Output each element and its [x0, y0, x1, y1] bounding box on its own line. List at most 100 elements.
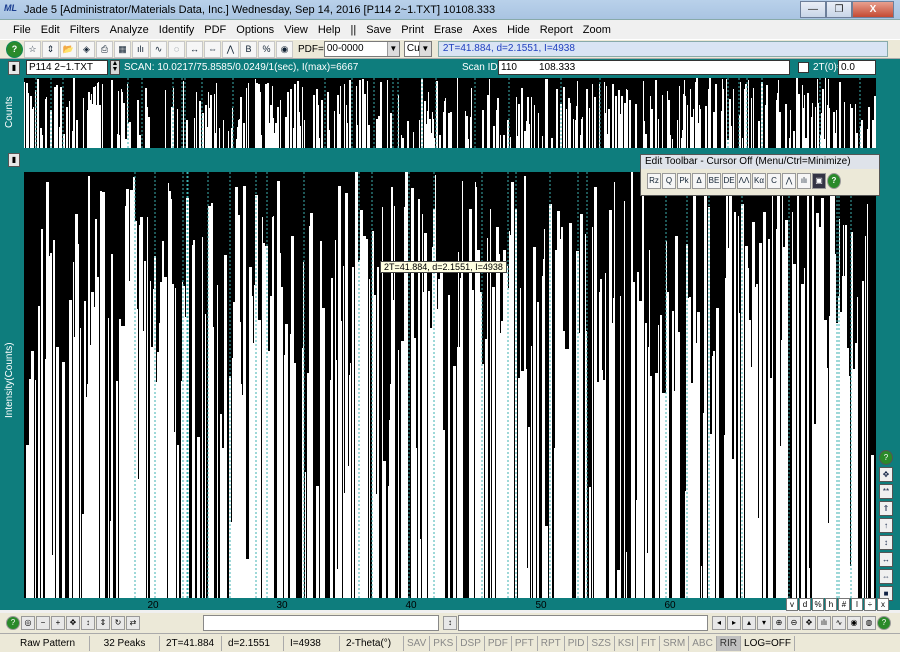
right-icon[interactable]: ▸	[727, 616, 741, 630]
globe-icon[interactable]: ◉	[276, 40, 293, 58]
bars-icon[interactable]: ılı	[132, 40, 149, 58]
up-icon[interactable]: ↑	[879, 518, 893, 533]
letter-i[interactable]: I	[851, 598, 863, 611]
up-icon[interactable]: ▴	[742, 616, 756, 630]
scan-id-field[interactable]: 110 108.333	[498, 60, 790, 75]
minus-icon[interactable]: −	[36, 616, 50, 630]
pdf-select[interactable]: 00-0000 ▼	[323, 41, 400, 57]
menu-analyze[interactable]: Analyze	[105, 24, 154, 36]
menu-axes[interactable]: Axes	[468, 24, 502, 36]
letter-d[interactable]: d	[799, 598, 811, 611]
menu-identify[interactable]: Identify	[154, 24, 199, 36]
updown-icon[interactable]: ↕	[443, 616, 457, 630]
help-icon[interactable]: ?	[879, 450, 893, 465]
menu-hide[interactable]: Hide	[502, 24, 535, 36]
close-button[interactable]: X	[852, 1, 894, 18]
maximize-button[interactable]: ❐	[826, 1, 852, 18]
up-icon[interactable]: ⇕	[96, 616, 110, 630]
be-icon[interactable]: BE	[707, 173, 721, 189]
menu-pdf[interactable]: PDF	[199, 24, 231, 36]
down-icon[interactable]: ▾	[757, 616, 771, 630]
overview-plot[interactable]	[24, 78, 876, 148]
updown-icon[interactable]: ⇕	[42, 40, 59, 58]
cursor-icon[interactable]: Rz	[647, 173, 661, 189]
k-alpha-icon[interactable]: Kα	[752, 173, 766, 189]
zoom-in-icon[interactable]: ⊕	[772, 616, 786, 630]
erase-icon[interactable]: ◈	[78, 40, 95, 58]
reset-icon[interactable]: ✥	[802, 616, 816, 630]
wave-icon[interactable]: ∿	[150, 40, 167, 58]
target-icon[interactable]: ◎	[21, 616, 35, 630]
overlay-select[interactable]	[203, 615, 439, 631]
arrows-icon[interactable]: ⇔	[204, 40, 221, 58]
minimize-button[interactable]: —	[800, 1, 826, 18]
leftright-icon[interactable]: ↔	[879, 552, 893, 567]
help-icon[interactable]: ?	[6, 616, 20, 630]
peaks-icon[interactable]: ⋀	[222, 40, 239, 58]
menu-filters[interactable]: Filters	[65, 24, 105, 36]
open-icon[interactable]: 📂	[60, 40, 77, 58]
expand-icon[interactable]: ✥	[879, 467, 893, 482]
updown-icon[interactable]: ↕	[81, 616, 95, 630]
menu-zoom[interactable]: Zoom	[578, 24, 616, 36]
stars-icon[interactable]: **	[879, 484, 893, 499]
menu-save[interactable]: Save	[361, 24, 396, 36]
de-icon[interactable]: DE	[722, 173, 736, 189]
stop-icon[interactable]: ◍	[862, 616, 876, 630]
zoom-icon[interactable]: Q	[662, 173, 676, 189]
percent-icon[interactable]: %	[258, 40, 275, 58]
letter-hash[interactable]: #	[838, 598, 850, 611]
double-up-icon[interactable]: ⇑	[879, 501, 893, 516]
pattern-select[interactable]	[458, 615, 708, 631]
letter-divide[interactable]: ÷	[864, 598, 876, 611]
letter-percent[interactable]: %	[812, 598, 824, 611]
peaks-icon[interactable]: ΛΛ	[737, 173, 751, 189]
main-plot[interactable]	[24, 172, 876, 598]
grid-icon[interactable]: ▣	[812, 173, 826, 189]
help-icon[interactable]: ?	[827, 173, 841, 189]
updown-icon[interactable]: ↕	[879, 535, 893, 550]
menu-edit[interactable]: Edit	[36, 24, 65, 36]
spread-icon[interactable]: ↔	[186, 40, 203, 58]
spin-button[interactable]: ▲ ▼	[110, 60, 120, 75]
wave-icon[interactable]: ∿	[832, 616, 846, 630]
peak-icon[interactable]: ☆	[24, 40, 41, 58]
spread-icon[interactable]: ✥	[66, 616, 80, 630]
menu-help[interactable]: Help	[313, 24, 346, 36]
letter-x[interactable]: x	[877, 598, 889, 611]
plus-icon[interactable]: +	[51, 616, 65, 630]
help-icon[interactable]: ?	[877, 616, 891, 630]
letter-v[interactable]: v	[786, 598, 798, 611]
menu-file[interactable]: File	[8, 24, 36, 36]
cycle-icon[interactable]: ↻	[111, 616, 125, 630]
pin-icon[interactable]: ▮	[8, 153, 20, 167]
bg-icon[interactable]: B	[240, 40, 257, 58]
bars-icon[interactable]: ılı	[817, 616, 831, 630]
peak-edit-icon[interactable]: Pk	[677, 173, 691, 189]
wedge-icon[interactable]: ⋀	[782, 173, 796, 189]
left-icon[interactable]: ◂	[712, 616, 726, 630]
circle-icon[interactable]: ◌	[168, 40, 185, 58]
shrink-icon[interactable]: ⇔	[879, 569, 893, 584]
delta-icon[interactable]: Δ	[692, 173, 706, 189]
anode-select[interactable]: Cu ▼	[403, 41, 432, 57]
c-icon[interactable]: C	[767, 173, 781, 189]
menu-options[interactable]: Options	[231, 24, 279, 36]
save-icon[interactable]: ▦	[114, 40, 131, 58]
menu-erase[interactable]: Erase	[429, 24, 468, 36]
bars-icon[interactable]: ılı	[797, 173, 811, 189]
help-icon[interactable]: ?	[6, 40, 23, 58]
pin-icon[interactable]: ▮	[8, 60, 20, 75]
two-theta-zero-checkbox[interactable]	[798, 62, 809, 73]
letter-h[interactable]: h	[825, 598, 837, 611]
menu-print[interactable]: Print	[396, 24, 429, 36]
menu-report[interactable]: Report	[535, 24, 578, 36]
menu-view[interactable]: View	[279, 24, 313, 36]
zoom-out-icon[interactable]: ⊖	[787, 616, 801, 630]
two-theta-zero-field[interactable]: 0.0	[838, 60, 876, 75]
record-icon[interactable]: ◉	[847, 616, 861, 630]
file-select[interactable]: P114 2~1.TXT	[26, 60, 108, 75]
edit-toolbar-title[interactable]: Edit Toolbar - Cursor Off (Menu/Ctrl=Min…	[641, 155, 879, 169]
print-icon[interactable]: ⎙	[96, 40, 113, 58]
redo-icon[interactable]: ⇄	[126, 616, 140, 630]
